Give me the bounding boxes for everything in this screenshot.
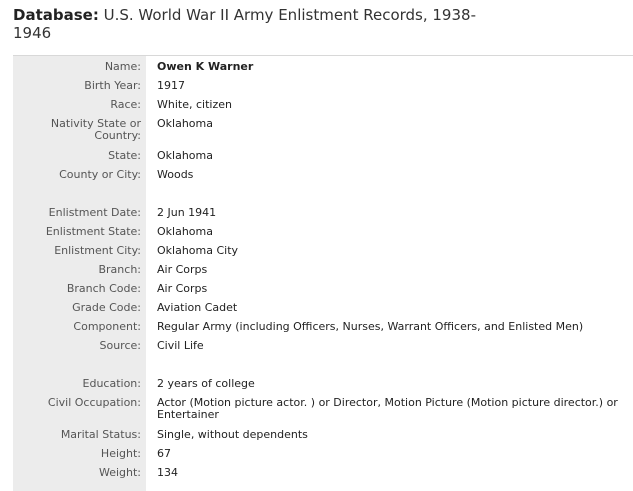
record-row-birth-year: Birth Year: 1917 bbox=[13, 77, 633, 96]
field-label: Race: bbox=[110, 98, 141, 111]
field-label: Weight: bbox=[98, 466, 141, 479]
field-label: Branch Code: bbox=[66, 282, 141, 295]
field-label: Marital Status: bbox=[60, 428, 141, 441]
field-label: Birth Year: bbox=[84, 79, 141, 92]
field-label: Height: bbox=[100, 447, 141, 460]
field-value: 1917 bbox=[157, 79, 185, 92]
record-row-grade-code: Grade Code: Aviation Cadet bbox=[13, 299, 633, 318]
field-label: Name: bbox=[104, 60, 141, 73]
record-row-enlistment-city: Enlistment City: Oklahoma City bbox=[13, 242, 633, 261]
record-row-nativity: Nativity State or Country: Oklahoma bbox=[13, 115, 633, 147]
field-label: Education: bbox=[82, 377, 141, 390]
field-value: Woods bbox=[157, 168, 194, 181]
database-label: Database: bbox=[13, 6, 99, 24]
record-row-source: Source: Civil Life bbox=[13, 337, 633, 356]
record-row-county: County or City: Woods bbox=[13, 166, 633, 185]
field-value: Regular Army (including Officers, Nurses… bbox=[157, 320, 584, 333]
field-value: 2 Jun 1941 bbox=[157, 206, 217, 219]
field-label: Enlistment City: bbox=[54, 244, 141, 257]
field-label: Nativity State or Country: bbox=[50, 117, 141, 142]
field-value: Air Corps bbox=[157, 282, 208, 295]
field-value: Oklahoma City bbox=[157, 244, 239, 257]
field-value: Owen K Warner bbox=[157, 60, 254, 73]
field-value: Civil Life bbox=[157, 339, 204, 352]
record-row-enlistment-state: Enlistment State: Oklahoma bbox=[13, 223, 633, 242]
record-row-race: Race: White, citizen bbox=[13, 96, 633, 115]
record-row-education: Education: 2 years of college bbox=[13, 375, 633, 394]
field-value: Aviation Cadet bbox=[157, 301, 238, 314]
field-value: White, citizen bbox=[157, 98, 232, 111]
record-row-height: Height: 67 bbox=[13, 445, 633, 464]
field-value: Actor (Motion picture actor. ) or Direct… bbox=[157, 396, 618, 421]
field-value: Single, without dependents bbox=[157, 428, 308, 441]
field-label: Enlistment Date: bbox=[48, 206, 141, 219]
field-label: Enlistment State: bbox=[45, 225, 141, 238]
field-label: County or City: bbox=[59, 168, 141, 181]
record-row-component: Component: Regular Army (including Offic… bbox=[13, 318, 633, 337]
field-value: 134 bbox=[157, 466, 178, 479]
field-value: Oklahoma bbox=[157, 149, 213, 162]
field-value: Oklahoma bbox=[157, 225, 213, 238]
field-label: Component: bbox=[73, 320, 141, 333]
record-row-civil-occupation: Civil Occupation: Actor (Motion picture … bbox=[13, 394, 633, 426]
field-label: Source: bbox=[99, 339, 142, 352]
field-value: Air Corps bbox=[157, 263, 208, 276]
record-row-enlistment-date: Enlistment Date: 2 Jun 1941 bbox=[13, 204, 633, 223]
field-label: State: bbox=[108, 149, 141, 162]
record-row-name: Name: Owen K Warner bbox=[13, 58, 633, 77]
record-row-branch-code: Branch Code: Air Corps bbox=[13, 280, 633, 299]
field-value: Oklahoma bbox=[157, 117, 213, 130]
field-label: Branch: bbox=[98, 263, 141, 276]
field-label: Civil Occupation: bbox=[47, 396, 141, 409]
record-row-marital-status: Marital Status: Single, without dependen… bbox=[13, 426, 633, 445]
record-row-weight: Weight: 134 bbox=[13, 464, 633, 483]
database-title: Database: U.S. World War II Army Enlistm… bbox=[13, 6, 493, 42]
record-row-state: State: Oklahoma bbox=[13, 147, 633, 166]
record-table: Name: Owen K Warner Birth Year: 1917 Rac… bbox=[13, 58, 633, 483]
field-value: 2 years of college bbox=[157, 377, 255, 390]
record-row-branch: Branch: Air Corps bbox=[13, 261, 633, 280]
field-value: 67 bbox=[157, 447, 171, 460]
field-label: Grade Code: bbox=[72, 301, 141, 314]
